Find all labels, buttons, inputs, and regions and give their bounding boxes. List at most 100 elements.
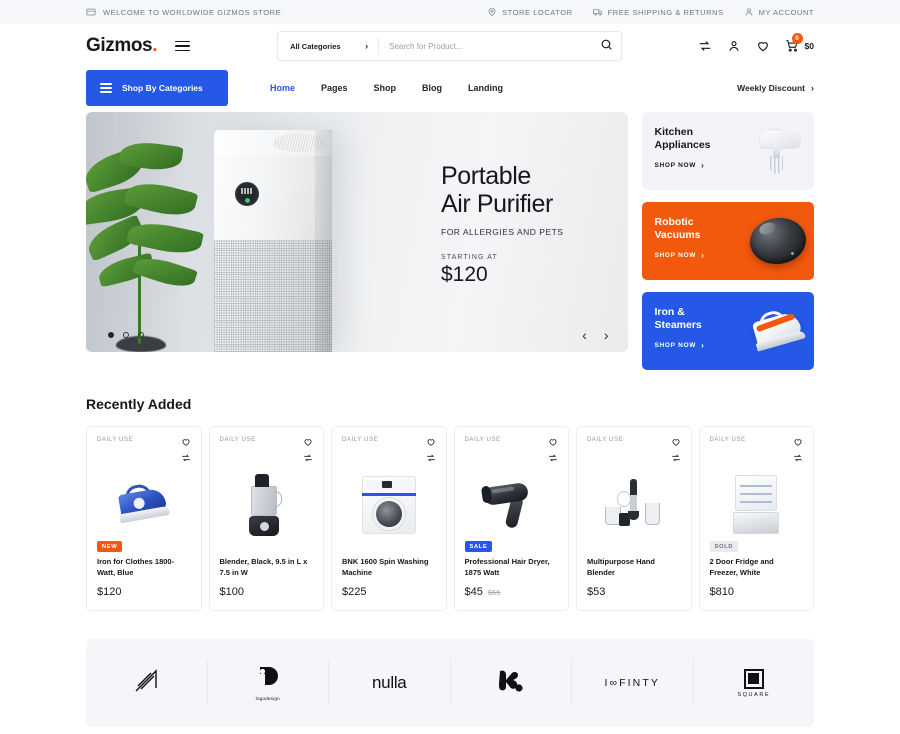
compare-arrows-icon[interactable] <box>303 453 313 463</box>
welcome-text: WELCOME TO WORLDWIDE GIZMOS STORE <box>103 7 282 17</box>
category-cards: Kitchen Appliances SHOP NOW › Robotic Va… <box>642 112 814 370</box>
square-logo-label: SQUARE <box>737 691 771 698</box>
product-name: Multipurpose Hand Blender <box>587 557 655 578</box>
carousel-next-icon[interactable]: › <box>604 328 609 342</box>
washing-machine-image <box>342 469 436 541</box>
category-select[interactable]: All Categories › <box>278 32 378 60</box>
header-actions: 0 $0 <box>698 33 814 53</box>
heart-icon[interactable] <box>548 437 558 447</box>
category-card-cta-label: SHOP NOW <box>654 341 697 349</box>
heart-icon[interactable] <box>181 437 191 447</box>
search-bar: All Categories › <box>277 31 623 61</box>
top-link-label: STORE LOCATOR <box>502 7 573 17</box>
nav-item-pages[interactable]: Pages <box>321 83 348 93</box>
brand-logo-nulla[interactable]: nulla <box>329 660 451 706</box>
product-price: $45 <box>464 586 483 598</box>
top-link-my-account[interactable]: MY ACCOUNT <box>744 7 814 17</box>
weekly-discount-link[interactable]: Weekly Discount › <box>737 83 814 93</box>
shop-by-categories-button[interactable]: Shop By Categories <box>86 70 228 106</box>
section-title-recently-added: Recently Added <box>86 396 192 412</box>
logo-text: Gizmos <box>86 35 153 56</box>
site-header: Gizmos. All Categories › Search for Prod… <box>0 24 900 68</box>
hamburger-icon[interactable] <box>175 40 191 52</box>
top-link-store-locator[interactable]: STORE LOCATOR <box>487 7 573 17</box>
compare-arrows-icon[interactable] <box>548 453 558 463</box>
search-button[interactable] <box>591 32 621 60</box>
product-card[interactable]: DAILY USE NEW Iron for Clothes 1800-Watt… <box>86 426 202 611</box>
category-select-label: All Categories <box>290 41 341 51</box>
top-link-label: MY ACCOUNT <box>758 7 814 17</box>
logodesign-label: logodesign <box>255 696 280 701</box>
carousel-dot-2[interactable] <box>123 332 129 338</box>
compare-arrows-icon[interactable] <box>181 453 191 463</box>
heart-icon[interactable] <box>426 437 436 447</box>
truck-icon <box>592 7 603 17</box>
cart-total: $0 <box>804 41 814 51</box>
brand-logo-logodesign[interactable]: logodesign <box>208 660 329 706</box>
category-card-kitchen-appliances[interactable]: Kitchen Appliances SHOP NOW › <box>642 112 814 190</box>
logo[interactable]: Gizmos. <box>86 35 158 57</box>
nav-item-shop[interactable]: Shop <box>374 83 397 93</box>
category-card-cta[interactable]: SHOP NOW › <box>654 251 802 260</box>
chevron-right-icon: › <box>701 250 705 260</box>
product-price: $225 <box>342 586 367 598</box>
product-card[interactable]: DAILY USE Blender, Black, 9.5 in L x 7.5… <box>208 426 324 611</box>
category-card-iron-steamers[interactable]: Iron & Steamers SHOP NOW › <box>642 292 814 370</box>
blob-m-logo <box>497 668 525 699</box>
nav-links: Home Pages Shop Blog Landing <box>270 83 503 93</box>
product-card[interactable]: DAILY USE SOLD 2 Door Fridge and Freezer… <box>698 426 814 611</box>
nav-item-landing[interactable]: Landing <box>468 83 503 93</box>
hero-carousel[interactable]: Portable Air Purifier FOR ALLERGIES AND … <box>86 112 629 352</box>
brand-logo-square[interactable]: SQUARE <box>694 660 815 706</box>
top-utility-bar: WELCOME TO WORLDWIDE GIZMOS STORE STORE … <box>0 0 900 24</box>
brand-logo-blob-m[interactable] <box>451 660 572 706</box>
product-tag: DAILY USE <box>97 437 134 443</box>
carousel-dot-3[interactable] <box>138 332 144 338</box>
status-badge: NEW <box>97 541 123 553</box>
category-card-title-line-1: Kitchen <box>654 126 693 138</box>
product-name: BNK 1600 Spin Washing Machine <box>342 557 429 578</box>
product-card[interactable]: DAILY USE SALE Professional Hair Dryer, … <box>453 426 569 611</box>
compare-arrows-icon[interactable] <box>793 453 803 463</box>
nav-item-blog[interactable]: Blog <box>422 83 442 93</box>
chevron-right-icon: › <box>365 41 369 51</box>
carousel-arrows: ‹ › <box>582 328 608 342</box>
page-root: WELCOME TO WORLDWIDE GIZMOS STORE STORE … <box>0 0 900 727</box>
hero-copy: Portable Air Purifier FOR ALLERGIES AND … <box>441 162 621 287</box>
compare-icon[interactable] <box>698 39 712 53</box>
magnifier-icon <box>600 38 613 54</box>
cart-button[interactable]: 0 $0 <box>785 33 814 53</box>
product-card[interactable]: DAILY USE Multipurpose Hand Blender $53 <box>576 426 692 611</box>
account-icon[interactable] <box>727 39 741 53</box>
nav-item-home[interactable]: Home <box>270 83 295 93</box>
fridge-freezer-image <box>710 469 804 541</box>
infinty-logo: I∞FINTY <box>604 677 660 689</box>
product-card[interactable]: DAILY USE BNK 1600 Spin Washing Machine … <box>331 426 447 611</box>
product-price: $100 <box>219 586 244 598</box>
carousel-dot-1[interactable] <box>108 332 114 338</box>
weekly-discount-label: Weekly Discount <box>737 83 805 93</box>
status-badge: SOLD <box>709 541 739 553</box>
product-price: $810 <box>709 586 734 598</box>
heart-icon[interactable] <box>793 437 803 447</box>
top-link-free-shipping[interactable]: FREE SHIPPING & RETURNS <box>592 7 724 17</box>
card-icon <box>86 7 96 17</box>
carousel-dots <box>108 332 144 338</box>
brand-logo-infinty[interactable]: I∞FINTY <box>572 660 694 706</box>
brand-logos-strip: logodesign nulla I∞FINTY SQUARE <box>86 639 814 727</box>
category-card-cta[interactable]: SHOP NOW › <box>654 161 802 170</box>
product-price: $53 <box>587 586 606 598</box>
heart-icon[interactable] <box>671 437 681 447</box>
wishlist-heart-icon[interactable] <box>756 39 770 53</box>
compare-arrows-icon[interactable] <box>671 453 681 463</box>
compare-arrows-icon[interactable] <box>426 453 436 463</box>
category-card-cta[interactable]: SHOP NOW › <box>654 341 802 350</box>
carousel-prev-icon[interactable]: ‹ <box>582 328 587 342</box>
shop-by-categories-label: Shop By Categories <box>122 83 203 93</box>
brand-logo-diagonal-lines[interactable] <box>86 660 208 706</box>
product-tag: DAILY USE <box>587 437 624 443</box>
top-link-label: FREE SHIPPING & RETURNS <box>607 7 724 17</box>
category-card-robotic-vacuums[interactable]: Robotic Vacuums SHOP NOW › <box>642 202 814 280</box>
search-input[interactable] <box>379 32 592 60</box>
heart-icon[interactable] <box>303 437 313 447</box>
